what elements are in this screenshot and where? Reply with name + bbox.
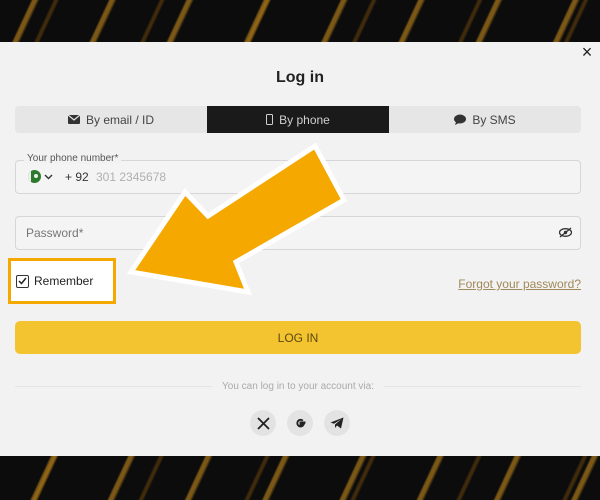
remember-checkbox-container[interactable]: Remember [8, 258, 116, 304]
phone-field: Your phone number* + 92 [15, 153, 581, 194]
login-method-tabs: By email / ID By phone By SMS [15, 106, 581, 133]
telegram-login-button[interactable] [324, 410, 350, 436]
x-icon [256, 416, 270, 430]
password-field [15, 216, 581, 250]
tab-by-email[interactable]: By email / ID [15, 106, 207, 133]
social-login-caption: You can log in to your account via: [222, 381, 374, 392]
forgot-password-link[interactable]: Forgot your password? [458, 277, 581, 291]
close-icon[interactable]: × [579, 42, 595, 62]
checkmark-icon [18, 277, 27, 285]
telegram-icon [330, 417, 344, 429]
x-login-button[interactable] [250, 410, 276, 436]
tab-label: By email / ID [85, 112, 154, 127]
login-button[interactable]: LOG IN [15, 321, 581, 354]
tab-label: By SMS [472, 112, 516, 127]
social-login-divider: You can log in to your account via: [15, 381, 581, 392]
google-login-button[interactable] [287, 410, 313, 436]
modal-title: Log in [276, 69, 324, 86]
envelope-icon [67, 115, 80, 124]
tab-by-phone[interactable]: By phone [207, 106, 389, 133]
phone-icon [266, 114, 274, 125]
login-modal: × Log in By email / ID By phone By SMS Y… [0, 42, 600, 456]
password-input[interactable] [26, 223, 526, 243]
country-selector[interactable] [28, 170, 53, 183]
google-icon [295, 418, 305, 427]
chat-bubble-icon [454, 114, 467, 125]
tab-label: By phone [279, 112, 330, 127]
phone-input[interactable] [96, 167, 396, 187]
pakistan-flag-icon [28, 170, 41, 183]
tab-by-sms[interactable]: By SMS [389, 106, 581, 133]
remember-checkbox[interactable] [16, 274, 29, 288]
eye-slash-icon[interactable] [559, 227, 572, 238]
phone-field-label: Your phone number* [24, 153, 122, 164]
social-login-buttons [0, 410, 600, 436]
chevron-down-icon [44, 174, 53, 179]
country-code: + 92 [65, 170, 89, 184]
remember-label: Remember [34, 274, 94, 288]
